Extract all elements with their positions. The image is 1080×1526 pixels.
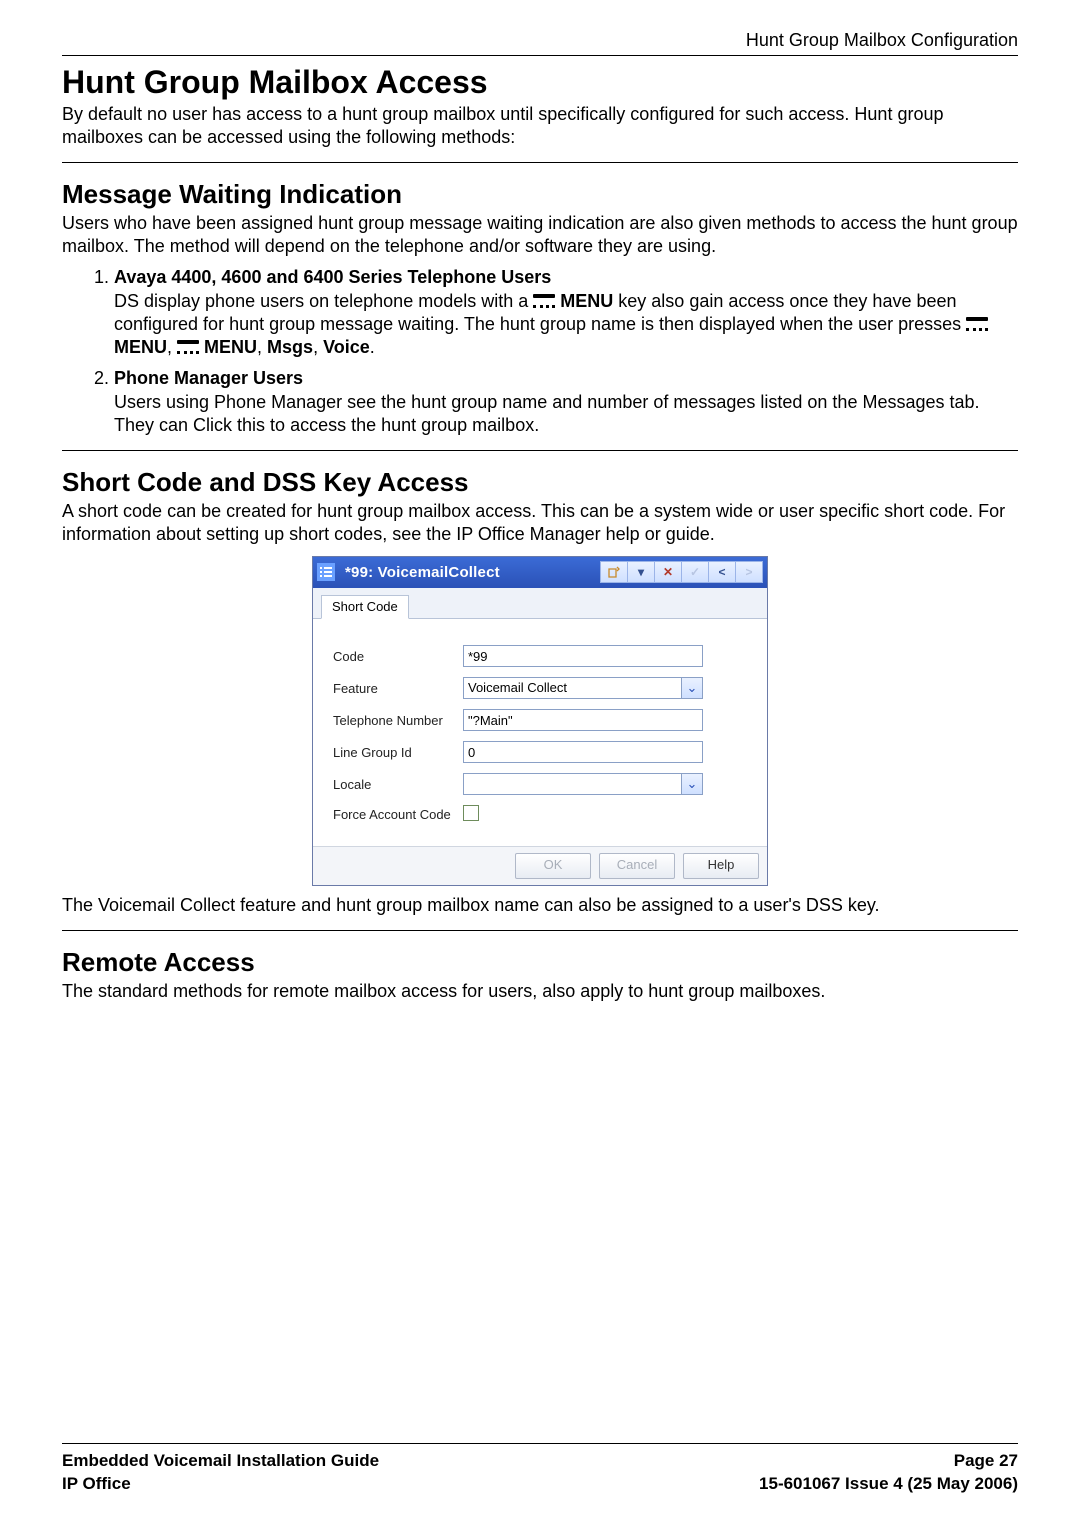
dialog-form: Code Feature Voicemail Collect ⌄	[313, 619, 767, 846]
row-telephone-number: Telephone Number	[333, 709, 755, 731]
ok-button[interactable]: OK	[515, 853, 591, 879]
li2-title: Phone Manager Users	[114, 368, 303, 388]
li1-body: DS display phone users on telephone mode…	[114, 290, 1018, 360]
prev-button[interactable]: <	[709, 561, 736, 583]
dialog-titlebar: *99: VoicemailCollect ▾ ✕ ✓ < >	[313, 557, 767, 588]
titlebar-tools: ▾ ✕ ✓ < >	[600, 561, 763, 583]
label-telephone-number: Telephone Number	[333, 713, 463, 728]
footer-page-number: Page 27	[759, 1450, 1018, 1473]
locale-value	[464, 774, 681, 794]
line-group-id-input[interactable]	[463, 741, 703, 763]
section-rule	[62, 450, 1018, 451]
intro-paragraph: By default no user has access to a hunt …	[62, 103, 1018, 150]
voice-label: Voice	[323, 337, 370, 357]
section-rule	[62, 162, 1018, 163]
menu-key-icon	[533, 294, 555, 308]
heading-hunt-group-mailbox-access: Hunt Group Mailbox Access	[62, 64, 1018, 101]
label-locale: Locale	[333, 777, 463, 792]
shortcode-dialog: *99: VoicemailCollect ▾ ✕ ✓ < > Short Co…	[312, 556, 768, 886]
footer-guide-title: Embedded Voicemail Installation Guide	[62, 1450, 379, 1473]
feature-select[interactable]: Voicemail Collect ⌄	[463, 677, 703, 699]
dialog-title: *99: VoicemailCollect	[345, 564, 600, 581]
heading-remote-access: Remote Access	[62, 947, 1018, 978]
page-footer: Embedded Voicemail Installation Guide IP…	[62, 1443, 1018, 1496]
telephone-number-input[interactable]	[463, 709, 703, 731]
row-force-account-code: Force Account Code	[333, 805, 755, 824]
heading-message-waiting-indication: Message Waiting Indication	[62, 179, 1018, 210]
footer-right: Page 27 15-601067 Issue 4 (25 May 2006)	[759, 1450, 1018, 1496]
label-force-account-code: Force Account Code	[333, 807, 463, 823]
mwi-list: Avaya 4400, 4600 and 6400 Series Telepho…	[62, 267, 1018, 438]
row-feature: Feature Voicemail Collect ⌄	[333, 677, 755, 699]
dialog-buttons: OK Cancel Help	[313, 846, 767, 885]
force-account-code-checkbox[interactable]	[463, 805, 479, 821]
menu-seq-1: MENU	[114, 337, 167, 357]
menu-seq-2: MENU	[204, 337, 257, 357]
footer-product: IP Office	[62, 1473, 379, 1496]
row-locale: Locale ⌄	[333, 773, 755, 795]
row-line-group-id: Line Group Id	[333, 741, 755, 763]
tabstrip: Short Code	[313, 588, 767, 619]
close-button[interactable]: ✕	[655, 561, 682, 583]
label-line-group-id: Line Group Id	[333, 745, 463, 760]
apply-button[interactable]: ✓	[682, 561, 709, 583]
menu-key-icon	[177, 340, 199, 354]
cancel-button[interactable]: Cancel	[599, 853, 675, 879]
menu-key-icon	[966, 317, 988, 331]
locale-select[interactable]: ⌄	[463, 773, 703, 795]
shortcode-paragraph: A short code can be created for hunt gro…	[62, 500, 1018, 547]
row-code: Code	[333, 645, 755, 667]
remote-access-paragraph: The standard methods for remote mailbox …	[62, 980, 1018, 1003]
li1-pre: DS display phone users on telephone mode…	[114, 291, 533, 311]
dss-key-paragraph: The Voicemail Collect feature and hunt g…	[62, 894, 1018, 917]
list-item: Phone Manager Users Users using Phone Ma…	[114, 368, 1018, 438]
chevron-down-icon: ⌄	[681, 678, 702, 698]
feature-value: Voicemail Collect	[464, 678, 681, 698]
label-feature: Feature	[333, 681, 463, 696]
new-button[interactable]	[600, 561, 628, 583]
li1-title: Avaya 4400, 4600 and 6400 Series Telepho…	[114, 267, 551, 287]
menu-label: MENU	[560, 291, 613, 311]
list-item: Avaya 4400, 4600 and 6400 Series Telepho…	[114, 267, 1018, 360]
help-button[interactable]: Help	[683, 853, 759, 879]
list-icon	[317, 563, 335, 581]
section-rule	[62, 930, 1018, 931]
next-button[interactable]: >	[736, 561, 763, 583]
page-header: Hunt Group Mailbox Configuration	[62, 30, 1018, 56]
dialog-body: Short Code Code Feature Voicemail Collec…	[313, 588, 767, 885]
label-code: Code	[333, 649, 463, 664]
dropdown-button[interactable]: ▾	[628, 561, 655, 583]
chevron-down-icon: ⌄	[681, 774, 702, 794]
msgs-label: Msgs	[267, 337, 313, 357]
footer-left: Embedded Voicemail Installation Guide IP…	[62, 1450, 379, 1496]
code-input[interactable]	[463, 645, 703, 667]
heading-short-code-dss: Short Code and DSS Key Access	[62, 467, 1018, 498]
tab-short-code[interactable]: Short Code	[321, 595, 409, 619]
li2-body: Users using Phone Manager see the hunt g…	[114, 391, 1018, 438]
footer-issue: 15-601067 Issue 4 (25 May 2006)	[759, 1473, 1018, 1496]
mwi-paragraph: Users who have been assigned hunt group …	[62, 212, 1018, 259]
